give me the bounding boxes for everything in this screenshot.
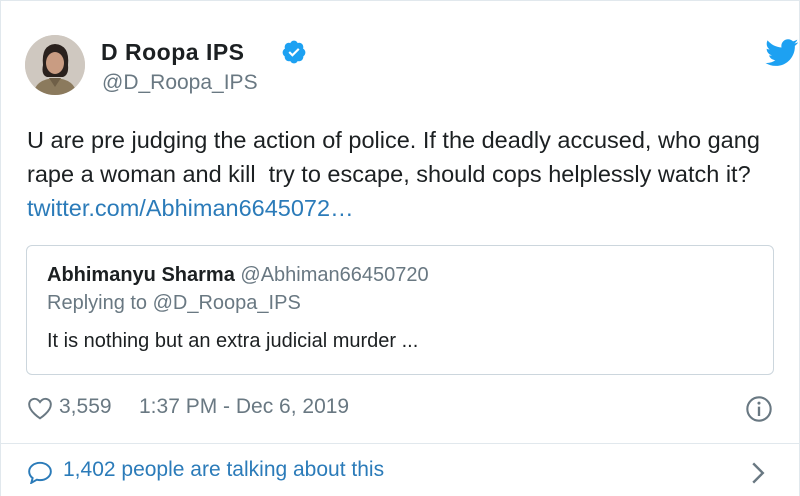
timestamp[interactable]: 1:37 PM - Dec 6, 2019 [139,395,349,419]
quoted-author-name: Abhimanyu Sharma [47,264,235,286]
info-icon[interactable] [745,395,773,423]
tweet-body: U are pre judging the action of police. … [27,127,767,187]
tweet-link[interactable]: twitter.com/Abhiman6645072… [27,195,354,221]
quoted-tweet[interactable]: Abhimanyu Sharma @Abhiman66450720 Replyi… [26,245,774,375]
heart-icon[interactable] [27,396,53,420]
tweet-card: D Roopa IPS @D_Roopa_IPS U are pre judgi… [0,0,800,496]
tweet-header: D Roopa IPS @D_Roopa_IPS [25,31,799,101]
conversation-footer[interactable]: 1,402 people are talking about this [27,457,777,491]
replying-to: Replying to @D_Roopa_IPS [47,292,301,314]
verified-badge-icon [282,40,306,64]
tweet-meta: 3,559 1:37 PM - Dec 6, 2019 [27,393,777,423]
quoted-author-handle: @Abhiman66450720 [240,264,429,286]
avatar[interactable] [25,35,85,95]
twitter-bird-icon[interactable] [765,39,799,67]
author-handle[interactable]: @D_Roopa_IPS [102,71,258,95]
like-count[interactable]: 3,559 [59,395,112,419]
speech-bubble-icon [28,461,52,484]
tweet-text: U are pre judging the action of police. … [27,123,767,225]
chevron-right-icon[interactable] [749,461,767,485]
quoted-author: Abhimanyu Sharma @Abhiman66450720 [47,264,429,287]
talking-about-link[interactable]: 1,402 people are talking about this [63,458,384,482]
quoted-text: It is nothing but an extra judicial murd… [47,330,419,352]
divider [1,443,800,444]
author-name[interactable]: D Roopa IPS [101,39,245,66]
